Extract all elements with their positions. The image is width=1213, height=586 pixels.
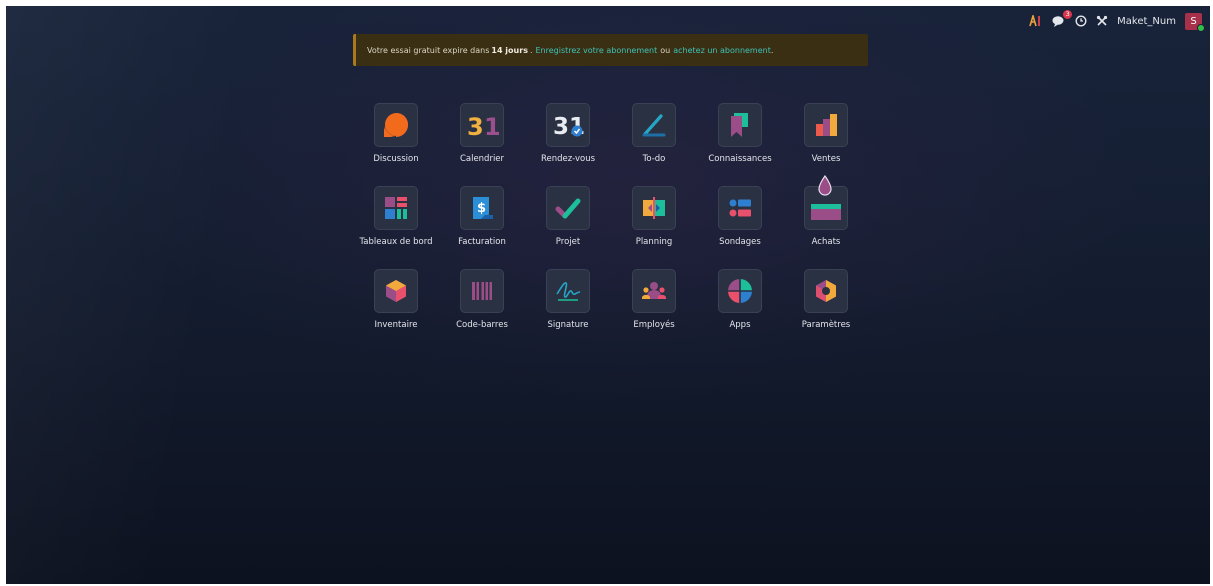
- app-tile[interactable]: [804, 103, 848, 147]
- trial-banner: Votre essai gratuit expire dans 14 jours…: [353, 34, 868, 66]
- app-label: Employés: [633, 320, 675, 330]
- app-tile[interactable]: [632, 186, 676, 230]
- app-label: Apps: [729, 320, 751, 330]
- avatar[interactable]: S: [1185, 12, 1205, 32]
- app-sales[interactable]: Ventes: [783, 103, 869, 173]
- app-tile[interactable]: 31: [546, 103, 590, 147]
- app-discussion[interactable]: Discussion: [353, 103, 439, 173]
- settings-icon: [816, 280, 836, 302]
- top-bar: 3 Maket_Num S: [1029, 10, 1205, 32]
- chat-badge: 3: [1063, 10, 1073, 19]
- app-tile[interactable]: $: [460, 186, 504, 230]
- app-tile[interactable]: [718, 103, 762, 147]
- app-appointments[interactable]: 31 Rendez-vous: [525, 103, 611, 173]
- app-label: Signature: [547, 320, 589, 330]
- app-tile[interactable]: [546, 269, 590, 313]
- discussion-icon: [384, 113, 408, 137]
- app-label: Facturation: [458, 237, 506, 247]
- app-surveys[interactable]: Sondages: [697, 186, 783, 256]
- drop-cursor-icon: [818, 175, 832, 196]
- barcode-icon: [472, 282, 492, 300]
- purchase-icon: [811, 204, 841, 220]
- app-todo[interactable]: To-do: [611, 103, 697, 173]
- banner-text: Votre essai gratuit expire dans: [367, 45, 490, 55]
- planning-icon: [643, 197, 665, 219]
- app-tile[interactable]: [546, 186, 590, 230]
- inventory-icon: [386, 280, 406, 302]
- banner-or: ou: [660, 45, 671, 55]
- home-screen: 3 Maket_Num S Votre essai gratuit expire…: [6, 6, 1210, 584]
- svg-text:3: 3: [553, 114, 569, 140]
- app-label: Achats: [811, 237, 841, 247]
- app-knowledge[interactable]: Connaissances: [697, 103, 783, 173]
- buy-subscription-link[interactable]: achetez un abonnement: [673, 46, 771, 55]
- chat-icon[interactable]: 3: [1052, 10, 1073, 27]
- banner-end: .: [770, 45, 774, 55]
- ai-icon[interactable]: [1029, 15, 1043, 27]
- app-tile[interactable]: [718, 269, 762, 313]
- app-project[interactable]: Projet: [525, 186, 611, 256]
- app-label: Tableaux de bord: [359, 237, 433, 247]
- calendar-icon: 31: [467, 113, 499, 140]
- app-label: To-do: [642, 154, 666, 164]
- project-icon: [555, 198, 581, 219]
- app-tile[interactable]: [632, 103, 676, 147]
- app-employees[interactable]: Employés: [611, 269, 697, 339]
- app-label: Connaissances: [708, 154, 772, 164]
- app-tile[interactable]: [632, 269, 676, 313]
- app-label: Code-barres: [456, 320, 508, 330]
- todo-icon: [642, 114, 666, 137]
- sales-icon: [816, 114, 837, 136]
- svg-text:3: 3: [467, 113, 484, 140]
- app-planning[interactable]: Planning: [611, 186, 697, 256]
- app-inventory[interactable]: Inventaire: [353, 269, 439, 339]
- app-label: Rendez-vous: [540, 154, 596, 164]
- app-label: Discussion: [373, 154, 419, 164]
- app-label: Projet: [555, 237, 581, 247]
- app-invoicing[interactable]: $ Facturation: [439, 186, 525, 256]
- app-tile[interactable]: [374, 103, 418, 147]
- avatar-letter: S: [1190, 15, 1197, 27]
- app-calendar[interactable]: 31 Calendrier: [439, 103, 525, 173]
- dashboard-icon: [385, 197, 407, 219]
- company-name[interactable]: Maket_Num: [1117, 16, 1176, 27]
- app-tile[interactable]: [804, 269, 848, 313]
- employees-icon: [642, 282, 666, 299]
- app-apps[interactable]: Apps: [697, 269, 783, 339]
- signature-icon: [556, 282, 581, 301]
- app-tile[interactable]: [460, 269, 504, 313]
- app-label: Inventaire: [374, 320, 418, 330]
- tools-icon[interactable]: [1096, 15, 1108, 27]
- app-label: Calendrier: [459, 154, 505, 164]
- app-tile[interactable]: [374, 186, 418, 230]
- app-tile[interactable]: [718, 186, 762, 230]
- apps-icon: [728, 279, 752, 303]
- app-tile[interactable]: [374, 269, 418, 313]
- clock-icon[interactable]: [1075, 15, 1087, 27]
- app-label: Paramètres: [801, 320, 851, 330]
- banner-days: 14 jours: [491, 45, 528, 55]
- banner-period: .: [529, 45, 533, 55]
- appointment-icon: 31: [553, 114, 585, 140]
- app-dashboards[interactable]: Tableaux de bord: [353, 186, 439, 256]
- app-label: Ventes: [811, 154, 841, 164]
- surveys-icon: [729, 199, 751, 217]
- svg-text:1: 1: [484, 113, 499, 140]
- svg-text:$: $: [477, 201, 486, 216]
- presence-dot: [1197, 23, 1205, 32]
- app-label: Sondages: [719, 237, 761, 247]
- app-settings[interactable]: Paramètres: [783, 269, 869, 339]
- app-signature[interactable]: Signature: [525, 269, 611, 339]
- invoicing-icon: $: [473, 197, 493, 219]
- register-subscription-link[interactable]: Enregistrez votre abonnement: [536, 46, 658, 55]
- app-barcode[interactable]: Code-barres: [439, 269, 525, 339]
- app-tile[interactable]: 31: [460, 103, 504, 147]
- app-label: Planning: [635, 237, 673, 247]
- knowledge-icon: [731, 113, 748, 137]
